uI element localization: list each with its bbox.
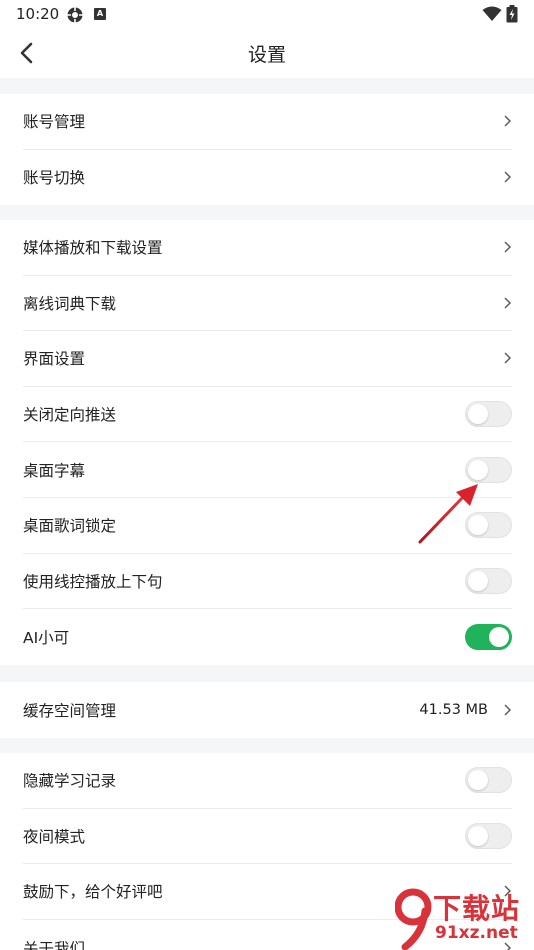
row-label: 媒体播放和下载设置 bbox=[23, 239, 163, 258]
row-label: 界面设置 bbox=[23, 350, 86, 369]
chevron-right-icon bbox=[504, 297, 511, 309]
settings-row-hide-study-records: 隐藏学习记录 bbox=[23, 753, 512, 809]
account-group: 账号管理 账号切换 bbox=[0, 94, 534, 206]
desktop-subtitles-toggle[interactable] bbox=[465, 456, 512, 483]
settings-row-media-download[interactable]: 媒体播放和下载设置 bbox=[23, 220, 512, 276]
settings-row-targeted-push: 关闭定向推送 bbox=[23, 387, 512, 443]
settings-row-account-management[interactable]: 账号管理 bbox=[23, 94, 512, 150]
row-label: 缓存空间管理 bbox=[23, 701, 117, 720]
chevron-right-icon bbox=[504, 115, 511, 127]
watermark-brand: 下载站 bbox=[433, 892, 521, 925]
toggle-knob bbox=[468, 570, 488, 591]
row-label: 使用线控播放上下句 bbox=[23, 572, 163, 591]
row-label: 桌面字幕 bbox=[23, 461, 86, 480]
row-label: 离线词典下载 bbox=[23, 294, 117, 313]
watermark: 下载站 91xz.net bbox=[395, 885, 534, 950]
toggle-knob bbox=[468, 770, 488, 791]
preferences-group: 媒体播放和下载设置 离线词典下载 界面设置 关闭定向推送 桌面字幕 桌面歌词锁定… bbox=[0, 220, 534, 665]
row-label: 夜间模式 bbox=[23, 827, 86, 846]
ai-assistant-toggle[interactable] bbox=[465, 623, 512, 650]
wifi-icon bbox=[482, 6, 502, 21]
settings-icon bbox=[67, 7, 83, 23]
night-mode-toggle[interactable] bbox=[465, 822, 512, 849]
chevron-right-icon bbox=[504, 352, 511, 364]
battery-icon bbox=[506, 5, 518, 23]
settings-row-ai-assistant: AI小可 bbox=[23, 609, 512, 665]
annotation-arrow-icon bbox=[418, 484, 478, 544]
settings-row-wired-control: 使用线控播放上下句 bbox=[23, 554, 512, 610]
row-label: 桌面歌词锁定 bbox=[23, 517, 117, 536]
row-label: 隐藏学习记录 bbox=[23, 772, 117, 791]
chevron-right-icon bbox=[504, 241, 511, 253]
toggle-knob bbox=[468, 404, 488, 425]
settings-row-interface[interactable]: 界面设置 bbox=[23, 331, 512, 387]
toggle-knob bbox=[468, 825, 488, 846]
page-title: 设置 bbox=[247, 44, 286, 66]
chevron-right-icon bbox=[504, 171, 511, 183]
a-notification-icon: A bbox=[94, 8, 106, 20]
watermark-url: 91xz.net bbox=[435, 923, 518, 943]
watermark-logo-icon bbox=[395, 888, 432, 950]
status-bar: 10:20 A bbox=[0, 0, 534, 28]
settings-row-cache-management[interactable]: 缓存空间管理 41.53 MB bbox=[23, 682, 512, 738]
settings-row-offline-dictionary[interactable]: 离线词典下载 bbox=[23, 276, 512, 332]
wired-control-toggle[interactable] bbox=[465, 567, 512, 594]
row-label: 鼓励下，给个好评吧 bbox=[23, 883, 163, 902]
row-label: 关闭定向推送 bbox=[23, 406, 117, 425]
hide-study-records-toggle[interactable] bbox=[465, 767, 512, 794]
row-label: 账号管理 bbox=[23, 113, 86, 132]
row-label: AI小可 bbox=[23, 628, 70, 647]
cache-size-value: 41.53 MB bbox=[419, 701, 488, 718]
settings-row-account-switch[interactable]: 账号切换 bbox=[23, 150, 512, 206]
row-label: 关于我们 bbox=[23, 939, 86, 950]
title-bar: 设置 bbox=[0, 28, 534, 78]
status-time: 10:20 bbox=[16, 5, 60, 23]
toggle-knob bbox=[489, 626, 509, 647]
toggle-knob bbox=[468, 459, 488, 480]
targeted-push-toggle[interactable] bbox=[465, 401, 512, 428]
settings-row-night-mode: 夜间模式 bbox=[23, 809, 512, 865]
chevron-right-icon bbox=[504, 704, 511, 716]
row-label: 账号切换 bbox=[23, 169, 86, 188]
cache-group: 缓存空间管理 41.53 MB bbox=[0, 682, 534, 738]
